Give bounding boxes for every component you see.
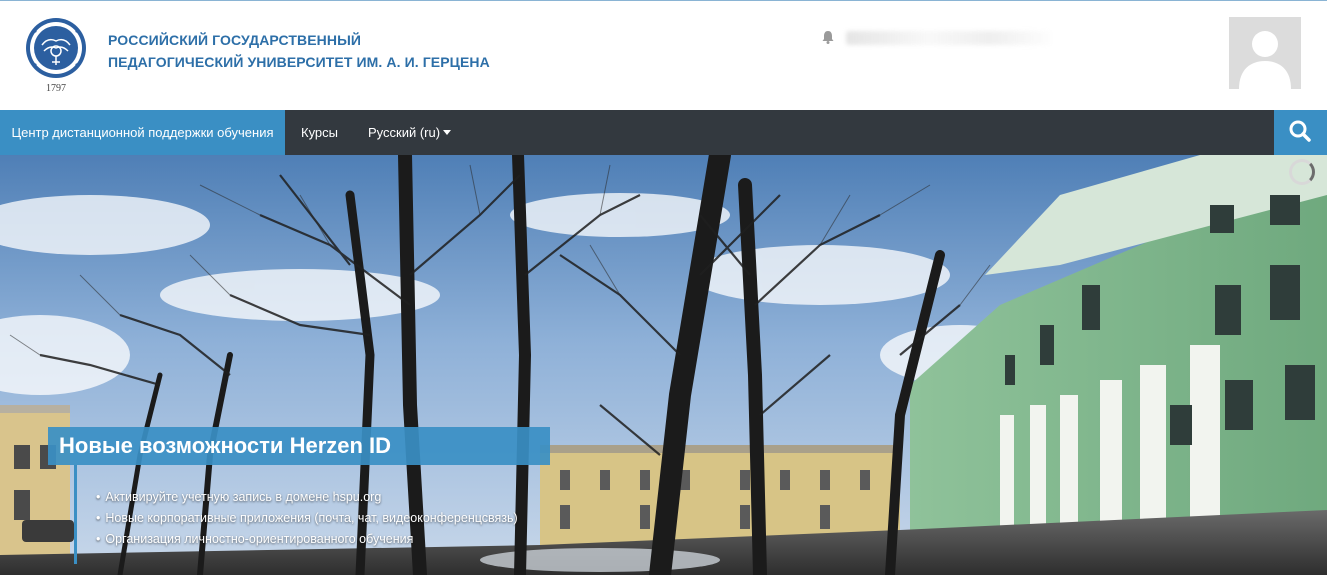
logo-year: 1797	[46, 83, 66, 94]
slide-accent-line	[74, 465, 77, 564]
university-logo[interactable]: 1797	[24, 15, 88, 99]
university-name[interactable]: РОССИЙСКИЙ ГОСУДАРСТВЕННЫЙ ПЕДАГОГИЧЕСКИ…	[108, 29, 490, 73]
search-button[interactable]	[1274, 110, 1327, 155]
nav-courses-link[interactable]: Курсы	[301, 110, 338, 155]
language-label: Русский (ru)	[368, 125, 441, 140]
slide-feature-item-2: Новые корпоративные приложения (почта, ч…	[96, 508, 517, 529]
bell-icon[interactable]	[820, 29, 836, 45]
university-name-line2: ПЕДАГОГИЧЕСКИЙ УНИВЕРСИТЕТ ИМ. А. И. ГЕР…	[108, 54, 490, 70]
slide-title[interactable]: Новые возможности Herzen ID	[48, 427, 550, 465]
loading-spinner-icon	[1289, 159, 1315, 185]
caret-down-icon	[443, 130, 452, 136]
main-navbar: Центр дистанционной поддержки обучения К…	[0, 110, 1327, 155]
nav-home-link[interactable]: Центр дистанционной поддержки обучения	[0, 110, 285, 155]
user-avatar[interactable]	[1229, 17, 1301, 89]
hero-slider: Новые возможности Herzen ID Активируйте …	[0, 155, 1327, 575]
slide-feature-list: Активируйте учетную запись в домене hspu…	[96, 487, 518, 550]
notification-area-blurred	[846, 31, 1051, 45]
search-icon	[1289, 120, 1311, 142]
slide-feature-item-1: Активируйте учетную запись в домене hspu…	[96, 487, 518, 508]
university-name-line1: РОССИЙСКИЙ ГОСУДАРСТВЕННЫЙ	[108, 32, 362, 48]
slide-feature-item-3: Организация личностно-ориентированного о…	[96, 529, 518, 550]
language-selector[interactable]: Русский (ru)	[368, 110, 452, 155]
site-header: 1797 РОССИЙСКИЙ ГОСУДАРСТВЕННЫЙ ПЕДАГОГИ…	[0, 0, 1327, 110]
